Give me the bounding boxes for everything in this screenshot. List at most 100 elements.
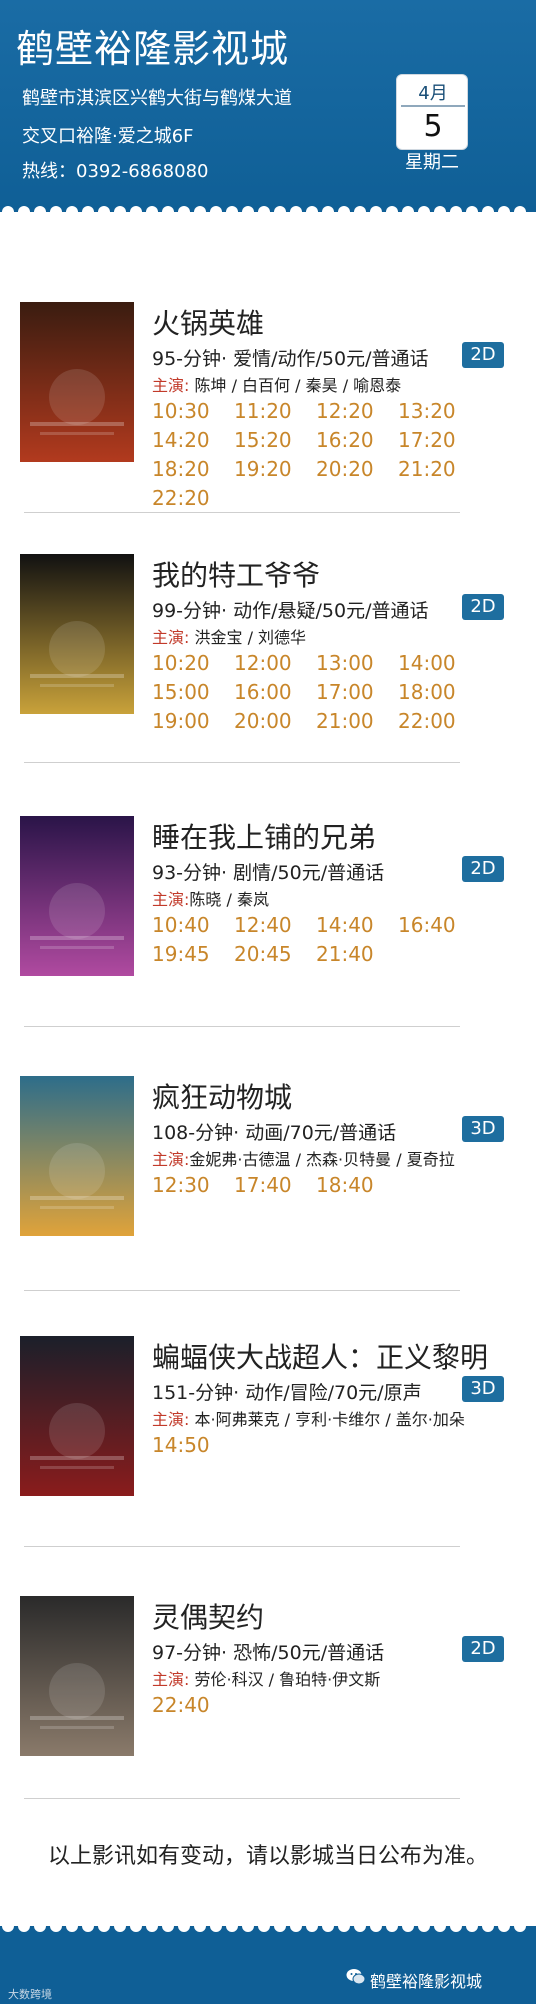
date-calendar: 4月 5 xyxy=(396,74,468,150)
cast-names: 金妮弗·古德温 / 杰森·贝特曼 / 夏奇拉 xyxy=(189,1150,455,1169)
showtime: 22:00 xyxy=(398,709,456,733)
movie-item: 睡在我上铺的兄弟 93-分钟· 剧情/50元/普通话 2D 主演:陈晓 / 秦岚… xyxy=(0,816,536,1056)
cast-label: 主演: xyxy=(152,1150,190,1169)
showtime: 22:40 xyxy=(152,1693,210,1717)
movie-divider xyxy=(24,1798,460,1799)
movie-divider xyxy=(24,1026,460,1027)
movie-item: 灵偶契约 97-分钟· 恐怖/50元/普通话 2D 主演: 劳伦·科汉 / 鲁珀… xyxy=(0,1596,536,1836)
showtime: 14:00 xyxy=(398,651,456,675)
notice: 以上影讯如有变动，请以影城当日公布为准。 xyxy=(47,1844,488,1869)
scallop-bottom-edge xyxy=(0,1916,536,1932)
showtimes: 12:30 17:40 18:40 xyxy=(152,1172,482,1199)
movie-item: 我的特工爷爷 99-分钟· 动作/悬疑/50元/普通话 2D 主演: 洪金宝 /… xyxy=(0,554,536,794)
watermark: 大数跨境 xyxy=(8,1988,52,2001)
showtime: 17:40 xyxy=(234,1173,292,1197)
showtime: 18:00 xyxy=(398,680,456,704)
showtime: 11:20 xyxy=(234,399,292,423)
showtime: 19:00 xyxy=(152,709,210,733)
showtimes: 10:40 12:40 14:40 16:40 19:45 20:45 21:40 xyxy=(152,912,482,968)
address-line-1: 鹤壁市淇滨区兴鹤大街与鹤煤大道 xyxy=(22,88,292,109)
weekday: 星期二 xyxy=(405,152,459,173)
movie-poster xyxy=(20,816,134,976)
movie-divider xyxy=(24,1290,460,1291)
movie-title: 疯狂动物城 xyxy=(152,1081,293,1114)
showtime: 20:00 xyxy=(234,709,292,733)
showtime: 20:45 xyxy=(234,942,292,966)
movie-info: 99-分钟· 动作/悬疑/50元/普通话 xyxy=(152,600,429,622)
date-day: 5 xyxy=(423,109,443,144)
format-badge: 2D xyxy=(462,856,504,882)
movie-poster xyxy=(20,1076,134,1236)
movie-title: 火锅英雄 xyxy=(152,307,265,340)
wechat-icon xyxy=(346,1969,366,1985)
showtime: 10:30 xyxy=(152,399,210,423)
showtime: 16:00 xyxy=(234,680,292,704)
movie-divider xyxy=(24,1546,460,1547)
showtime: 18:20 xyxy=(152,457,210,481)
showtime: 18:40 xyxy=(316,1173,374,1197)
showtime: 21:20 xyxy=(398,457,456,481)
showtime: 22:20 xyxy=(152,486,210,510)
movie-title: 灵偶契约 xyxy=(152,1601,265,1634)
showtime: 19:20 xyxy=(234,457,292,481)
showtime: 15:00 xyxy=(152,680,210,704)
movie-cast: 主演:金妮弗·古德温 / 杰森·贝特曼 / 夏奇拉 xyxy=(152,1146,455,1170)
date-divider xyxy=(401,105,465,107)
showtime: 21:40 xyxy=(316,942,374,966)
movie-cast: 主演: 本·阿弗莱克 / 亨利·卡维尔 / 盖尔·加朵 xyxy=(152,1406,465,1430)
date-month: 4月 xyxy=(418,83,448,104)
showtime: 14:20 xyxy=(152,428,210,452)
movie-cast: 主演: 洪金宝 / 刘德华 xyxy=(152,624,306,648)
format-badge: 2D xyxy=(462,594,504,620)
movie-title: 睡在我上铺的兄弟 xyxy=(152,821,377,854)
showtime: 12:40 xyxy=(234,913,292,937)
showtime: 10:20 xyxy=(152,651,210,675)
movie-cast: 主演: 劳伦·科汉 / 鲁珀特·伊文斯 xyxy=(152,1666,380,1690)
showtime: 16:20 xyxy=(316,428,374,452)
showtime: 17:20 xyxy=(398,428,456,452)
movie-item: 火锅英雄 95-分钟· 爱情/动作/50元/普通话 2D 主演: 陈坤 / 白百… xyxy=(0,302,536,542)
movie-cast: 主演:陈晓 / 秦岚 xyxy=(152,886,269,910)
cast-names: 洪金宝 / 刘德华 xyxy=(189,628,307,647)
movie-poster xyxy=(20,554,134,714)
movie-poster xyxy=(20,1596,134,1756)
movie-item: 蝙蝠侠大战超人：正义黎明 151-分钟· 动作/冒险/70元/原声 3D 主演:… xyxy=(0,1336,536,1576)
cast-names: 陈坤 / 白百何 / 秦昊 / 喻恩泰 xyxy=(189,376,402,395)
showtime: 12:00 xyxy=(234,651,292,675)
movie-info: 151-分钟· 动作/冒险/70元/原声 xyxy=(152,1382,422,1404)
scallop-top-edge xyxy=(0,206,536,222)
showtime: 13:20 xyxy=(398,399,456,423)
movie-item: 疯狂动物城 108-分钟· 动画/70元/普通话 3D 主演:金妮弗·古德温 /… xyxy=(0,1076,536,1316)
movie-divider xyxy=(24,762,460,763)
format-badge: 2D xyxy=(462,342,504,368)
showtime: 15:20 xyxy=(234,428,292,452)
cast-label: 主演: xyxy=(152,1670,190,1689)
showtime: 12:30 xyxy=(152,1173,210,1197)
movie-poster xyxy=(20,302,134,462)
format-badge: 3D xyxy=(462,1116,504,1142)
movie-info: 97-分钟· 恐怖/50元/普通话 xyxy=(152,1642,385,1664)
address-line-2: 交叉口裕隆·爱之城6F xyxy=(22,126,194,147)
showtime: 20:20 xyxy=(316,457,374,481)
cast-names: 劳伦·科汉 / 鲁珀特·伊文斯 xyxy=(189,1670,381,1689)
showtime: 21:00 xyxy=(316,709,374,733)
movie-info: 95-分钟· 爱情/动作/50元/普通话 xyxy=(152,348,429,370)
showtime: 13:00 xyxy=(316,651,374,675)
showtime: 12:20 xyxy=(316,399,374,423)
format-badge: 3D xyxy=(462,1376,504,1402)
showtimes: 14:50 xyxy=(152,1432,482,1459)
movie-title: 我的特工爷爷 xyxy=(152,559,321,592)
movie-info: 93-分钟· 剧情/50元/普通话 xyxy=(152,862,385,884)
movie-title: 蝙蝠侠大战超人：正义黎明 xyxy=(152,1341,489,1374)
showtime: 14:50 xyxy=(152,1433,210,1457)
movie-divider xyxy=(24,512,460,513)
showtime: 10:40 xyxy=(152,913,210,937)
showtime: 16:40 xyxy=(398,913,456,937)
movie-poster xyxy=(20,1336,134,1496)
header: 鹤壁裕隆影视城 鹤壁市淇滨区兴鹤大街与鹤煤大道 交叉口裕隆·爱之城6F 热线：0… xyxy=(0,0,536,212)
hotline: 热线：0392-6868080 xyxy=(22,161,209,182)
showtime: 19:45 xyxy=(152,942,210,966)
cast-label: 主演: xyxy=(152,628,190,647)
cast-names: 陈晓 / 秦岚 xyxy=(189,890,269,909)
cast-names: 本·阿弗莱克 / 亨利·卡维尔 / 盖尔·加朵 xyxy=(189,1410,465,1429)
